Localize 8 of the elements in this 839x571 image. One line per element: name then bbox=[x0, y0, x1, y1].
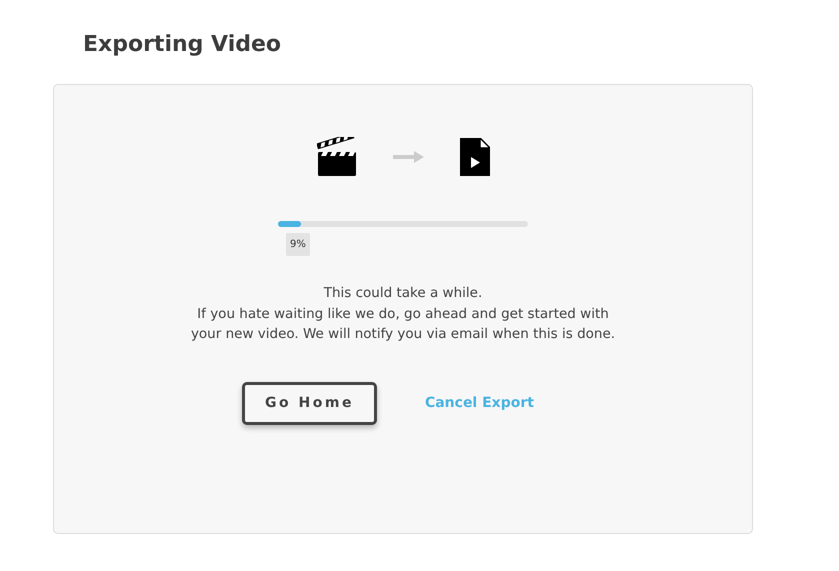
go-home-button[interactable]: Go Home bbox=[242, 382, 377, 425]
message-text: If you hate waiting like we do, go ahead and get started with your new video. We will notify you via email when this is done. bbox=[190, 304, 616, 344]
page-title: Exporting Video bbox=[83, 32, 282, 58]
progress-percent: 9% bbox=[286, 233, 310, 256]
message-title: This could take a while. bbox=[322, 284, 484, 304]
clapperboard-icon bbox=[316, 137, 356, 178]
arrow-icon bbox=[392, 151, 424, 164]
video-file-icon bbox=[460, 138, 490, 176]
